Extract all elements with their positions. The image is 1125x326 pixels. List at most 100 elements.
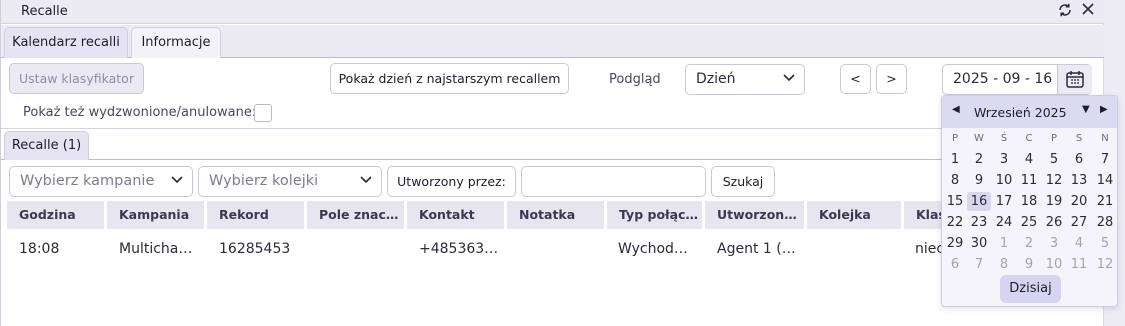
calendar-day-other-month[interactable]: 9: [1017, 255, 1041, 274]
calendar-day[interactable]: 24: [992, 213, 1016, 232]
column-header[interactable]: Rekord: [207, 201, 304, 229]
date-picker-popup: ◀ Wrzesień 2025 ▼ ▶ PWŚCPSN 1 2 3 4 5 6 7 8 9 10 1…: [941, 95, 1118, 307]
recall-window: Recalle Kalendarz recalli Informacje Ust…: [0, 0, 1104, 326]
month-dropdown-icon[interactable]: ▼: [1082, 104, 1090, 115]
chevron-down-icon: [171, 167, 183, 196]
calendar-day[interactable]: 2: [967, 150, 991, 169]
calendar-day[interactable]: 27: [1067, 213, 1091, 232]
cell-contact: +485363…: [419, 241, 499, 257]
preview-select-value: Dzień: [696, 71, 736, 87]
calendar-day[interactable]: 13: [1067, 171, 1091, 190]
cell-classifier: niec: [915, 241, 945, 257]
calendar-icon[interactable]: [1057, 65, 1092, 94]
month-label[interactable]: Wrzesień 2025: [974, 105, 1067, 120]
show-cancelled-checkbox[interactable]: [254, 104, 272, 122]
calendar-day[interactable]: 11: [1017, 171, 1041, 190]
calendar-day[interactable]: 17: [992, 192, 1016, 211]
recall-subtabs: Recalle (1): [1, 128, 1104, 160]
chevron-down-icon: [360, 167, 372, 196]
queue-select[interactable]: Wybierz kolejki: [198, 166, 382, 197]
calendar-day-other-month[interactable]: 8: [992, 255, 1016, 274]
calendar-day[interactable]: 15: [943, 192, 967, 211]
preview-label: Podgląd: [609, 72, 661, 87]
calendar-day[interactable]: 18: [1017, 192, 1041, 211]
column-header[interactable]: Notatka: [507, 201, 604, 229]
calendar-day[interactable]: 30: [967, 234, 991, 253]
today-button[interactable]: Dzisiaj: [1000, 275, 1061, 303]
cell-record: 16285453: [219, 241, 291, 257]
calendar-day[interactable]: 5: [1042, 150, 1066, 169]
calendar-day[interactable]: 4: [1017, 150, 1041, 169]
calendar-day[interactable]: 10: [992, 171, 1016, 190]
table-header: Godzina Kampania Rekord Pole znac… Konta…: [1, 201, 1104, 229]
window-title: Recalle: [21, 4, 68, 19]
date-field-value: 2025 - 09 - 16: [953, 71, 1053, 87]
refresh-icon[interactable]: [1056, 2, 1074, 20]
calendar-day[interactable]: 1: [943, 150, 967, 169]
created-by-input[interactable]: [521, 166, 706, 197]
calendar-day-other-month[interactable]: 11: [1067, 255, 1091, 274]
weekday-label: N: [1101, 133, 1109, 144]
close-icon[interactable]: [1079, 2, 1097, 20]
date-field[interactable]: 2025 - 09 - 16: [942, 64, 1092, 95]
calendar-day[interactable]: 23: [967, 213, 991, 232]
calendar-day[interactable]: 22: [943, 213, 967, 232]
column-header[interactable]: Pole znac…: [307, 201, 404, 229]
preview-select[interactable]: Dzień: [685, 64, 805, 95]
tab-kalendarz-recalli[interactable]: Kalendarz recalli: [4, 27, 128, 58]
show-oldest-day-button[interactable]: Pokaż dzień z najstarszym recallem: [330, 63, 569, 94]
calendar-day-other-month[interactable]: 5: [1093, 234, 1117, 253]
campaign-select-placeholder: Wybierz kampanie: [20, 173, 155, 189]
tab-informacje[interactable]: Informacje: [131, 27, 221, 58]
column-header[interactable]: Kampania: [107, 201, 204, 229]
column-header[interactable]: Kontakt: [407, 201, 504, 229]
prev-month-icon[interactable]: ◀: [952, 104, 960, 115]
search-button[interactable]: Szukaj: [711, 166, 775, 197]
prev-day-button[interactable]: <: [840, 64, 871, 94]
calendar-day[interactable]: 28: [1093, 213, 1117, 232]
campaign-select[interactable]: Wybierz kampanie: [9, 166, 193, 197]
calendar-day[interactable]: 25: [1017, 213, 1041, 232]
calendar-day[interactable]: 19: [1042, 192, 1066, 211]
calendar-day[interactable]: 12: [1042, 171, 1066, 190]
calendar-day-other-month[interactable]: 6: [943, 255, 967, 274]
main-tabs: Kalendarz recalli Informacje: [1, 25, 1104, 58]
calendar-day-other-month[interactable]: 1: [992, 234, 1016, 253]
calendar-day[interactable]: 14: [1093, 171, 1117, 190]
next-day-button[interactable]: >: [876, 64, 907, 94]
column-header[interactable]: Typ połąc…: [607, 201, 702, 229]
column-header[interactable]: Kolejka: [807, 201, 901, 229]
tab-recalle[interactable]: Recalle (1): [4, 131, 89, 160]
date-picker-header: ◀ Wrzesień 2025 ▼ ▶: [942, 96, 1117, 128]
calendar-day[interactable]: 16: [967, 192, 991, 211]
calendar-day[interactable]: 8: [943, 171, 967, 190]
calendar-day[interactable]: 29: [943, 234, 967, 253]
calendar-day-other-month[interactable]: 12: [1093, 255, 1117, 274]
title-bar: Recalle: [1, 0, 1104, 24]
calendar-day[interactable]: 20: [1067, 192, 1091, 211]
created-by-button[interactable]: Utworzony przez:: [387, 166, 516, 197]
calendar-day-other-month[interactable]: 3: [1042, 234, 1066, 253]
weekday-label: P: [1050, 133, 1058, 144]
weekday-label: Ś: [1000, 133, 1008, 144]
show-cancelled-label: Pokaż też wydzwonione/anulowane:: [23, 105, 257, 120]
column-header[interactable]: Godzina: [7, 201, 104, 229]
calendar-day[interactable]: 21: [1093, 192, 1117, 211]
calendar-day[interactable]: 7: [1093, 150, 1117, 169]
calendar-day[interactable]: 6: [1067, 150, 1091, 169]
set-classifier-button[interactable]: Ustaw klasyfikator: [9, 63, 144, 94]
column-header[interactable]: Utworzon…: [705, 201, 804, 229]
calendar-day-other-month[interactable]: 7: [967, 255, 991, 274]
calendar-day-other-month[interactable]: 10: [1042, 255, 1066, 274]
weekday-label: S: [1075, 133, 1083, 144]
calendar-day[interactable]: 26: [1042, 213, 1066, 232]
queue-select-placeholder: Wybierz kolejki: [209, 173, 319, 189]
calendar-day[interactable]: 9: [967, 171, 991, 190]
next-month-icon[interactable]: ▶: [1100, 104, 1108, 115]
cell-campaign: Multicha…: [119, 241, 193, 257]
cell-time: 18:08: [19, 241, 60, 257]
calendar-day[interactable]: 3: [992, 150, 1016, 169]
calendar-day-other-month[interactable]: 4: [1067, 234, 1091, 253]
weekday-label: W: [974, 133, 984, 144]
calendar-day-other-month[interactable]: 2: [1017, 234, 1041, 253]
